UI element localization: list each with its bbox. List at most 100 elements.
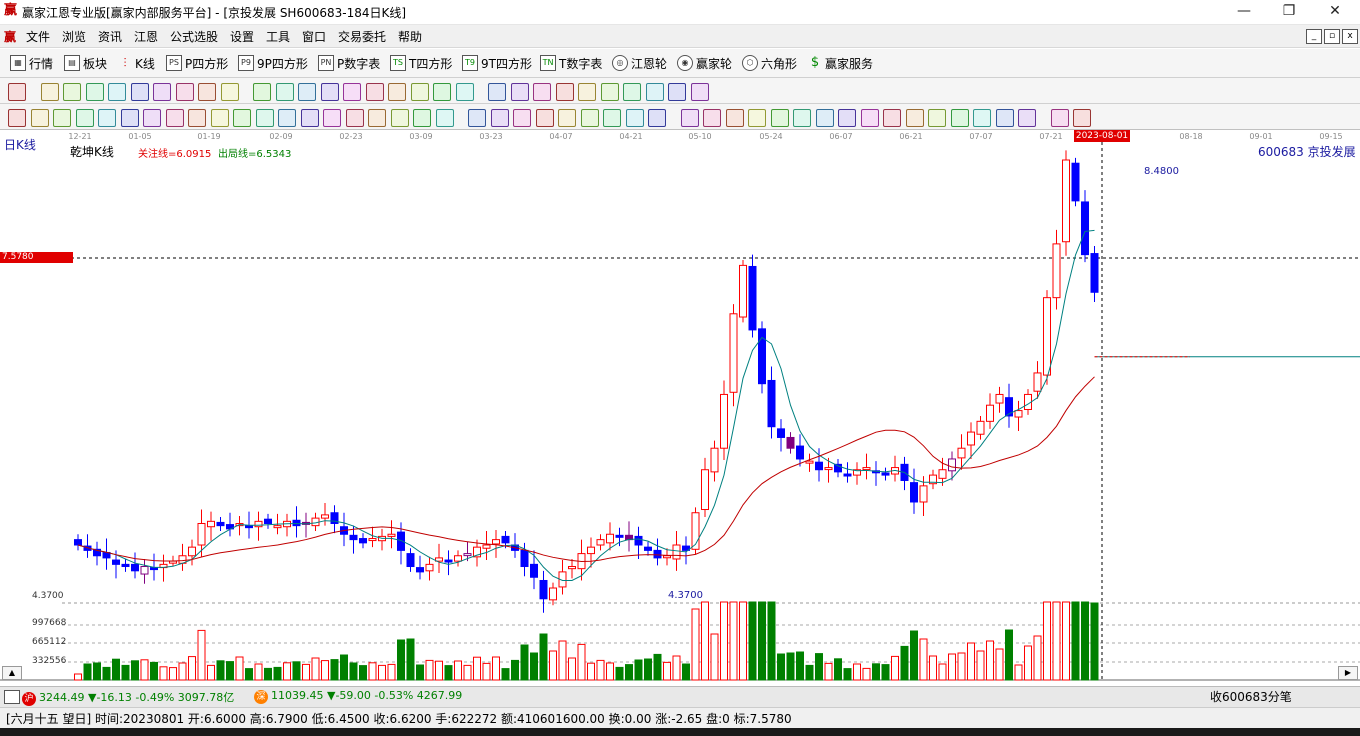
period-label[interactable]: 日K线 bbox=[4, 136, 36, 153]
sectors-button[interactable]: ▤ 板块 bbox=[64, 54, 107, 72]
chart-tool-button[interactable] bbox=[175, 83, 194, 101]
chart-tool-button[interactable] bbox=[748, 109, 766, 127]
chart-tool-button[interactable] bbox=[98, 109, 116, 127]
chart-tool-button[interactable] bbox=[838, 109, 856, 127]
close-button[interactable]: ✕ bbox=[1312, 0, 1358, 24]
menu-formula[interactable]: 公式选股 bbox=[170, 28, 218, 45]
mdi-minimize-button[interactable]: _ bbox=[1306, 29, 1322, 44]
chart-tool-button[interactable] bbox=[388, 83, 406, 101]
chart-tool-button[interactable] bbox=[198, 83, 216, 101]
chart-tool-button[interactable] bbox=[40, 83, 59, 101]
mdi-close-button[interactable]: x bbox=[1342, 29, 1358, 44]
chart-tool-button[interactable] bbox=[435, 109, 454, 127]
chart-tool-button[interactable] bbox=[298, 83, 316, 101]
chart-tool-button[interactable] bbox=[793, 109, 811, 127]
chart-tool-button[interactable] bbox=[188, 109, 206, 127]
menu-window[interactable]: 窗口 bbox=[302, 28, 326, 45]
chart-tool-button[interactable] bbox=[343, 83, 361, 101]
9t-square-button[interactable]: T9 9T四方形 bbox=[462, 54, 532, 72]
chart-tool-button[interactable] bbox=[603, 109, 621, 127]
chart-tool-button[interactable] bbox=[995, 109, 1014, 127]
chart-tool-button[interactable] bbox=[275, 83, 294, 101]
chart-tool-button[interactable] bbox=[365, 83, 384, 101]
chart-tool-button[interactable] bbox=[75, 109, 94, 127]
chart-tool-button[interactable] bbox=[488, 83, 506, 101]
chart-tool-button[interactable] bbox=[210, 109, 229, 127]
chart-tool-button[interactable] bbox=[1018, 109, 1036, 127]
chart-tool-button[interactable] bbox=[143, 109, 161, 127]
chart-tool-button[interactable] bbox=[153, 83, 171, 101]
chart-tool-button[interactable] bbox=[815, 109, 834, 127]
winner-wheel-button[interactable]: ◉ 赢家轮 bbox=[677, 54, 732, 72]
chart-tool-button[interactable] bbox=[368, 109, 386, 127]
chart-tool-button[interactable] bbox=[468, 109, 486, 127]
scroll-up-arrow[interactable]: ▲ bbox=[2, 666, 22, 680]
menu-help[interactable]: 帮助 bbox=[398, 28, 422, 45]
chart-tool-button[interactable] bbox=[433, 83, 451, 101]
chart-tool-button[interactable] bbox=[85, 83, 104, 101]
chart-tool-button[interactable] bbox=[600, 83, 619, 101]
chart-tool-button[interactable] bbox=[320, 83, 339, 101]
chart-tool-button[interactable] bbox=[648, 109, 666, 127]
chart-tool-button[interactable] bbox=[510, 83, 529, 101]
tick-detail-button[interactable]: 收600683分笔 bbox=[1210, 688, 1292, 705]
chart-tool-button[interactable] bbox=[220, 83, 239, 101]
minimize-button[interactable]: — bbox=[1221, 0, 1267, 24]
sz-index[interactable]: 深 11039.45 ▼-59.00 -0.53% 4267.99 bbox=[254, 689, 462, 704]
chart-tool-button[interactable] bbox=[165, 109, 184, 127]
chart-tool-button[interactable] bbox=[345, 109, 364, 127]
chart-tool-button[interactable] bbox=[703, 109, 721, 127]
chart-tool-button[interactable] bbox=[63, 83, 81, 101]
chart-tool-button[interactable] bbox=[413, 109, 431, 127]
9p-square-button[interactable]: P9 9P四方形 bbox=[238, 54, 308, 72]
chart-tool-button[interactable] bbox=[8, 83, 26, 101]
chart-tool-button[interactable] bbox=[580, 109, 599, 127]
chart-tool-button[interactable] bbox=[30, 109, 49, 127]
chart-tool-button[interactable] bbox=[390, 109, 409, 127]
restore-button[interactable]: ❐ bbox=[1266, 0, 1312, 24]
chart-tool-button[interactable] bbox=[233, 109, 251, 127]
p-square-button[interactable]: PS P四方形 bbox=[166, 54, 228, 72]
chart-tool-button[interactable] bbox=[928, 109, 946, 127]
menu-browse[interactable]: 浏览 bbox=[62, 28, 86, 45]
chart-tool-button[interactable] bbox=[623, 83, 641, 101]
kline-button[interactable]: ⫶ K线 bbox=[118, 54, 154, 72]
t-square-button[interactable]: TS T四方形 bbox=[390, 54, 452, 72]
chart-tool-button[interactable] bbox=[690, 83, 709, 101]
t-number-table-button[interactable]: TN T数字表 bbox=[540, 54, 602, 72]
mdi-restore-button[interactable]: ▫ bbox=[1324, 29, 1340, 44]
chart-tool-button[interactable] bbox=[108, 83, 126, 101]
chart-tool-button[interactable] bbox=[255, 109, 274, 127]
chart-tool-button[interactable] bbox=[725, 109, 744, 127]
quotes-button[interactable]: ▦ 行情 bbox=[10, 54, 53, 72]
chart-tool-button[interactable] bbox=[668, 83, 686, 101]
chart-tool-button[interactable] bbox=[535, 109, 554, 127]
chart-tool-button[interactable] bbox=[455, 83, 474, 101]
chart-tool-button[interactable] bbox=[680, 109, 699, 127]
chart-tool-button[interactable] bbox=[53, 109, 71, 127]
chart-tool-button[interactable] bbox=[1050, 109, 1069, 127]
chart-tool-button[interactable] bbox=[1073, 109, 1091, 127]
chart-tool-button[interactable] bbox=[130, 83, 149, 101]
p-number-table-button[interactable]: PN P数字表 bbox=[318, 54, 380, 72]
menu-trade[interactable]: 交易委托 bbox=[338, 28, 386, 45]
chart-tool-button[interactable] bbox=[950, 109, 969, 127]
scroll-right-arrow[interactable]: ▶ bbox=[1338, 666, 1358, 680]
chart-tool-button[interactable] bbox=[410, 83, 429, 101]
chart-tool-button[interactable] bbox=[533, 83, 551, 101]
chart-tool-button[interactable] bbox=[645, 83, 664, 101]
chart-tool-button[interactable] bbox=[558, 109, 576, 127]
hexagon-button[interactable]: ⬡ 六角形 bbox=[742, 54, 797, 72]
chart-tool-button[interactable] bbox=[253, 83, 271, 101]
chart-tool-button[interactable] bbox=[770, 109, 789, 127]
chart-tool-button[interactable] bbox=[8, 109, 26, 127]
chart-tool-button[interactable] bbox=[905, 109, 924, 127]
menu-settings[interactable]: 设置 bbox=[230, 28, 254, 45]
chart-tool-button[interactable] bbox=[973, 109, 991, 127]
gann-wheel-button[interactable]: ◎ 江恩轮 bbox=[612, 54, 667, 72]
winner-service-button[interactable]: $ 赢家服务 bbox=[808, 54, 873, 72]
chart-tool-button[interactable] bbox=[120, 109, 139, 127]
grid-icon[interactable] bbox=[4, 690, 20, 704]
menu-file[interactable]: 文件 bbox=[26, 28, 50, 45]
menu-info[interactable]: 资讯 bbox=[98, 28, 122, 45]
